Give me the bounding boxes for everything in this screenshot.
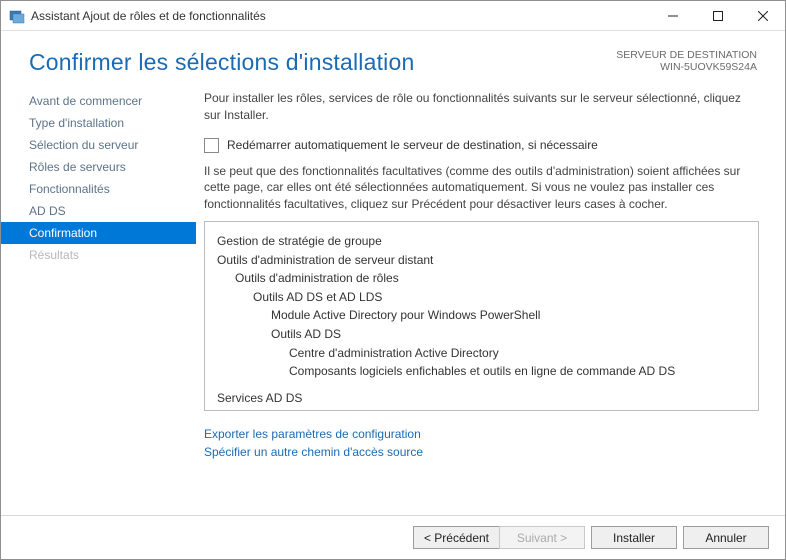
sidebar: Avant de commencer Type d'installation S… — [1, 86, 196, 515]
sidebar-step-features[interactable]: Fonctionnalités — [1, 178, 196, 200]
sidebar-step-server-selection[interactable]: Sélection du serveur — [1, 134, 196, 156]
intro-text: Pour installer les rôles, services de rô… — [204, 90, 759, 124]
page-title: Confirmer les sélections d'installation — [29, 49, 414, 76]
body: Avant de commencer Type d'installation S… — [1, 86, 785, 515]
features-list[interactable]: Gestion de stratégie de groupe Outils d'… — [204, 221, 759, 411]
install-button[interactable]: Installer — [591, 526, 677, 549]
sidebar-step-adds[interactable]: AD DS — [1, 200, 196, 222]
feature-item: Outils AD DS et AD LDS — [217, 288, 746, 307]
nav-button-group: < Précédent Suivant > — [413, 526, 585, 549]
restart-row: Redémarrer automatiquement le serveur de… — [204, 138, 759, 153]
window-title: Assistant Ajout de rôles et de fonctionn… — [31, 9, 650, 23]
feature-item: Centre d'administration Active Directory — [217, 344, 746, 363]
sidebar-step-install-type[interactable]: Type d'installation — [1, 112, 196, 134]
optional-features-note: Il se peut que des fonctionnalités facul… — [204, 163, 759, 213]
window-controls — [650, 1, 785, 30]
feature-item: Outils d'administration de serveur dista… — [217, 251, 746, 270]
feature-item: Outils d'administration de rôles — [217, 269, 746, 288]
close-button[interactable] — [740, 1, 785, 30]
destination-label: SERVEUR DE DESTINATION — [616, 49, 757, 61]
feature-item: Gestion de stratégie de groupe — [217, 232, 746, 251]
wizard-window: Assistant Ajout de rôles et de fonctionn… — [0, 0, 786, 560]
previous-button[interactable]: < Précédent — [413, 526, 499, 549]
next-button: Suivant > — [499, 526, 585, 549]
maximize-button[interactable] — [695, 1, 740, 30]
feature-item: Module Active Directory pour Windows Pow… — [217, 306, 746, 325]
sidebar-step-confirmation[interactable]: Confirmation — [1, 222, 196, 244]
restart-checkbox-label: Redémarrer automatiquement le serveur de… — [227, 138, 598, 152]
action-links: Exporter les paramètres de configuration… — [204, 425, 759, 461]
alt-source-path-link[interactable]: Spécifier un autre chemin d'accès source — [204, 445, 423, 459]
feature-item: Composants logiciels enfichables et outi… — [217, 362, 746, 381]
app-icon — [9, 8, 25, 24]
sidebar-step-server-roles[interactable]: Rôles de serveurs — [1, 156, 196, 178]
export-settings-link[interactable]: Exporter les paramètres de configuration — [204, 427, 421, 441]
sidebar-step-before-begin[interactable]: Avant de commencer — [1, 90, 196, 112]
sidebar-step-results: Résultats — [1, 244, 196, 266]
destination-server: WIN-5UOVK59S24A — [616, 61, 757, 73]
main-content: Pour installer les rôles, services de rô… — [196, 86, 785, 515]
titlebar: Assistant Ajout de rôles et de fonctionn… — [1, 1, 785, 31]
cancel-button[interactable]: Annuler — [683, 526, 769, 549]
destination-info: SERVEUR DE DESTINATION WIN-5UOVK59S24A — [616, 49, 757, 73]
restart-checkbox[interactable] — [204, 138, 219, 153]
feature-item: Services AD DS — [217, 389, 746, 408]
footer: < Précédent Suivant > Installer Annuler — [1, 515, 785, 559]
minimize-button[interactable] — [650, 1, 695, 30]
feature-item: Outils AD DS — [217, 325, 746, 344]
header: Confirmer les sélections d'installation … — [1, 31, 785, 86]
